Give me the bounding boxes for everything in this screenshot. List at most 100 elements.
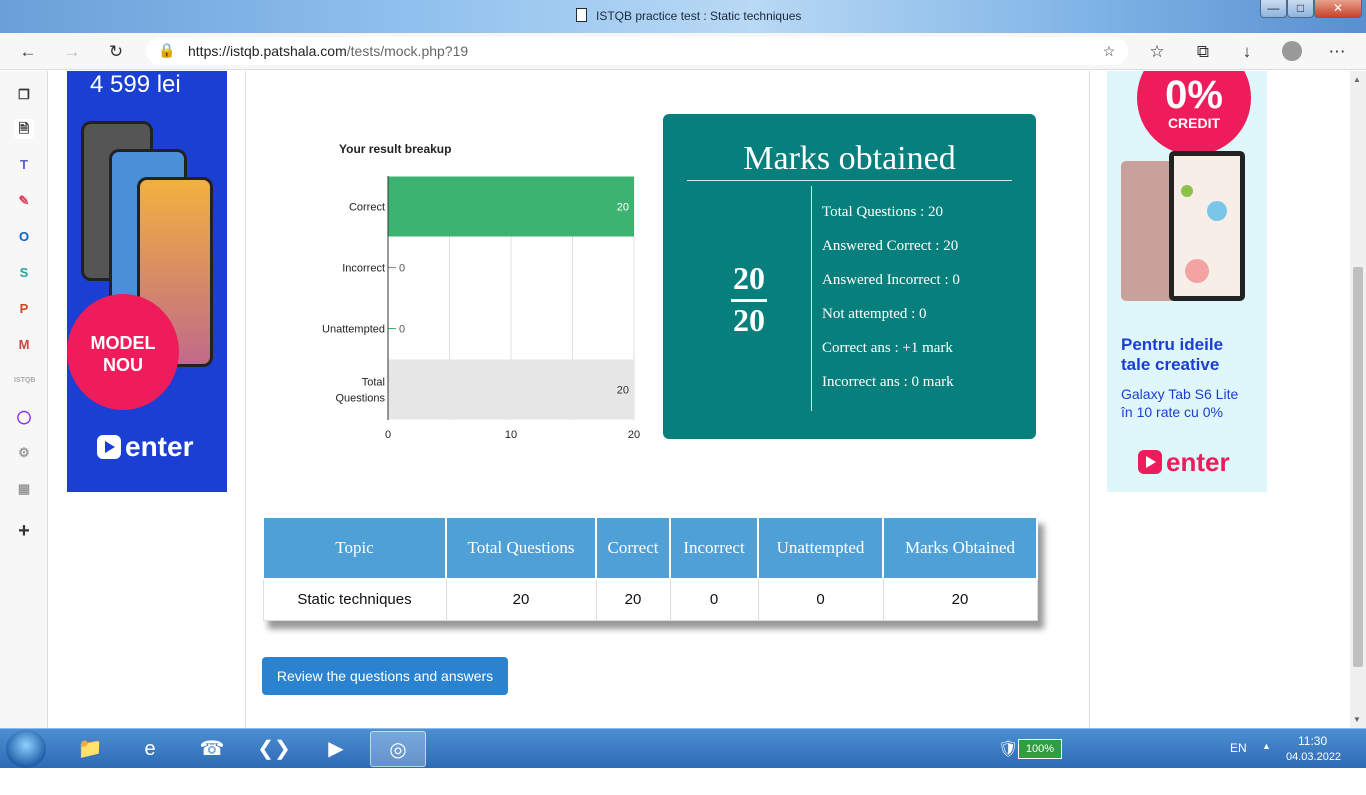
right-advertisement[interactable]: 0% CREDIT Pentru ideile tale creative Gal…	[1107, 71, 1267, 492]
tray-expand-icon[interactable]: ▲	[1262, 741, 1271, 751]
ad-price: 4 599 lei	[90, 71, 181, 98]
draw-icon[interactable]: ✎	[14, 191, 34, 211]
tabs-icon[interactable]: ❐	[14, 85, 34, 105]
maximize-button[interactable]: □	[1287, 0, 1314, 18]
column-header: Total Questions	[445, 516, 597, 580]
downloads-icon[interactable]: ↓	[1236, 41, 1258, 63]
favorites-icon[interactable]: ☆	[1146, 41, 1168, 63]
chart-x-tick-label: 20	[628, 429, 640, 441]
web-page: 4 599 lei MODEL NOU enter Your result bre…	[48, 71, 1350, 728]
more-menu-icon[interactable]: ⋯	[1326, 41, 1348, 63]
outlook-icon[interactable]: O	[14, 227, 34, 247]
table-header-row: Topic Total Questions Correct Incorrect …	[262, 516, 1038, 580]
refresh-icon[interactable]: ↻	[105, 41, 127, 63]
column-header: Incorrect	[669, 516, 759, 580]
page-icon[interactable]: 🗎	[14, 119, 34, 139]
table-cell: 0	[757, 578, 884, 621]
taskbar: 📁 e ☎ ❮❯ ▶ ◎ 🛡 100% EN ▲ 11:30 04.03.202…	[0, 728, 1366, 768]
powerpoint-icon[interactable]: P	[14, 299, 34, 319]
score-numerator: 20	[733, 260, 765, 296]
profile-avatar[interactable]	[1282, 41, 1302, 61]
divider	[687, 180, 1012, 181]
start-button[interactable]	[6, 730, 46, 768]
column-header: Unattempted	[757, 516, 884, 580]
minimize-button[interactable]: —	[1260, 0, 1287, 18]
chart-x-tick-label: 10	[505, 429, 517, 441]
page-scrollbar[interactable]: ▲ ▼	[1350, 71, 1366, 728]
marks-detail-line: Not attempted : 0	[822, 306, 927, 322]
ad-brand-logo: enter	[1138, 447, 1230, 478]
column-header: Marks Obtained	[882, 516, 1038, 580]
table-row: Static techniques 20 20 0 0 20	[262, 578, 1038, 621]
window-title-bar: ISTQB practice test : Static techniques …	[0, 0, 1366, 33]
settings-icon[interactable]: ⚙	[14, 443, 34, 463]
chart-bar	[388, 176, 634, 237]
marks-detail-line: Answered Correct : 20	[822, 238, 959, 254]
add-favorite-icon[interactable]: ☆	[1098, 40, 1120, 62]
chart-category-label: Total	[362, 377, 385, 389]
gmail-icon[interactable]: M	[14, 335, 34, 355]
ad-subtext: Galaxy Tab S6 Lite în 10 rate cu 0%	[1121, 386, 1239, 420]
chart-bar	[388, 359, 634, 420]
marks-title: Marks obtained	[743, 140, 956, 177]
back-icon[interactable]: ←	[17, 41, 39, 63]
left-advertisement[interactable]: 4 599 lei MODEL NOU enter	[67, 71, 227, 492]
browser-toolbar: ← → ↻ 🔒 https://istqb.patshala.com/tests…	[0, 33, 1366, 70]
marks-panel: Marks obtained 20 20 Total Questions : 2…	[663, 114, 1036, 439]
chart-title: Your result breakup	[339, 142, 452, 156]
results-table: Topic Total Questions Correct Incorrect …	[262, 516, 1038, 621]
table-cell: Static techniques	[262, 578, 447, 621]
vscode-icon[interactable]: ❮❯	[246, 731, 302, 767]
bottom-margin	[0, 768, 1366, 795]
edge-browser-icon[interactable]: ◎	[370, 731, 426, 767]
url-text: https://istqb.patshala.com/tests/mock.ph…	[188, 43, 469, 59]
add-icon[interactable]: +	[14, 521, 34, 541]
table-cell: 20	[595, 578, 671, 621]
page-icon	[576, 8, 587, 22]
teams-icon[interactable]: T	[14, 155, 34, 175]
forward-icon[interactable]: →	[61, 41, 83, 63]
table-cell: 0	[669, 578, 759, 621]
ad-credit-badge: 0% CREDIT	[1137, 71, 1251, 155]
score-denominator: 20	[733, 302, 765, 338]
extension-icon[interactable]: ◯	[14, 407, 34, 427]
language-indicator[interactable]: EN	[1230, 741, 1247, 755]
calendar-icon[interactable]: ▦	[14, 479, 34, 499]
marks-detail-line: Total Questions : 20	[822, 204, 944, 220]
sway-icon[interactable]: S	[14, 263, 34, 283]
internet-explorer-icon[interactable]: e	[122, 731, 178, 767]
address-bar[interactable]: 🔒 https://istqb.patshala.com/tests/mock.…	[146, 37, 1128, 65]
marks-detail-line: Answered Incorrect : 0	[822, 272, 960, 288]
table-cell: 20	[445, 578, 597, 621]
marks-detail-line: Incorrect ans : 0 mark	[822, 374, 954, 390]
marks-detail-line: Correct ans : +1 mark	[822, 340, 953, 356]
battery-indicator[interactable]: 100%	[1018, 739, 1062, 759]
browser-sidebar: ❐ 🗎 T ✎ O S P M ISTQB ◯ ⚙ ▦ +	[0, 71, 48, 728]
site-icon[interactable]: ISTQB	[14, 371, 35, 391]
tablet-image	[1121, 151, 1245, 301]
viber-icon[interactable]: ☎	[184, 731, 240, 767]
scroll-up-icon[interactable]: ▲	[1353, 75, 1361, 84]
shield-icon[interactable]: 🛡	[998, 739, 1018, 759]
chart-category-label: Unattempted	[322, 324, 385, 336]
chart-data-label: 0	[399, 263, 405, 275]
window-title: ISTQB practice test : Static techniques	[596, 9, 802, 23]
review-answers-button[interactable]: Review the questions and answers	[262, 657, 508, 695]
ad-brand-logo: enter	[97, 431, 193, 463]
chart-category-label: Questions	[335, 393, 385, 405]
chart-data-label: 0	[399, 324, 405, 336]
scrollbar-thumb[interactable]	[1353, 267, 1363, 667]
table-cell: 20	[882, 578, 1038, 621]
scroll-down-icon[interactable]: ▼	[1353, 715, 1361, 724]
column-header: Correct	[595, 516, 671, 580]
chart-category-label: Incorrect	[342, 263, 385, 275]
clock-time[interactable]: 11:30	[1298, 734, 1327, 748]
media-player-icon[interactable]: ▶	[308, 731, 364, 767]
chart-category-label: Correct	[349, 202, 385, 214]
close-button[interactable]: ✕	[1314, 0, 1362, 18]
lock-icon: 🔒	[158, 42, 176, 58]
chart-data-label: 20	[617, 385, 629, 397]
collections-icon[interactable]: ⧉	[1192, 41, 1214, 63]
file-explorer-icon[interactable]: 📁	[62, 731, 118, 767]
clock-date[interactable]: 04.03.2022	[1286, 751, 1341, 763]
